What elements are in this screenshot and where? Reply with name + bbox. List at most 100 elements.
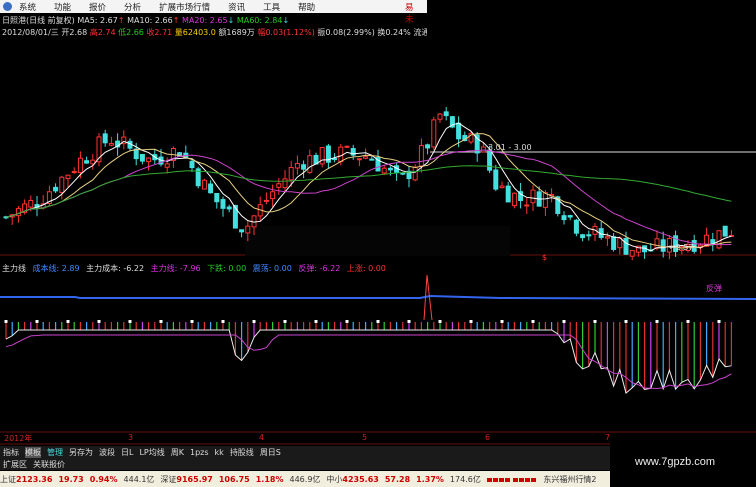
candle-body — [239, 229, 245, 233]
signal-dot — [283, 320, 287, 323]
signal-dot — [624, 320, 628, 323]
candle-body — [139, 153, 145, 162]
axis-label: 5 — [362, 433, 368, 442]
candle-body — [400, 172, 406, 175]
tab-related-quotes[interactable]: 关联报价 — [33, 459, 65, 470]
signal-dot — [252, 320, 256, 323]
signal-dot — [159, 320, 163, 323]
tab-holding-line[interactable]: 持股线 — [230, 447, 254, 458]
candle-body — [338, 146, 344, 163]
ma60-line — [5, 165, 732, 218]
extension-bar: 扩展区 关联报价 — [0, 458, 620, 470]
signal-dot — [407, 320, 411, 323]
candle-body — [499, 185, 505, 189]
candle-body — [629, 250, 635, 257]
tab-extension-area[interactable]: 扩展区 — [3, 459, 27, 470]
axis-label: 3 — [128, 433, 134, 442]
signal-dot — [66, 320, 70, 323]
candle-body — [722, 225, 728, 237]
signal-dot — [593, 320, 597, 323]
kline-chart[interactable]: $ — [0, 0, 756, 487]
watermark-text: www.7gpzb.com — [635, 456, 716, 468]
candle-body — [201, 179, 207, 190]
candle-body — [505, 185, 511, 203]
range-annotation: 3.01 - 3.00 — [488, 143, 532, 152]
axis-label: 4 — [259, 433, 265, 442]
cost-line-value: 成本线: 2.89 — [32, 264, 80, 273]
tab-weekly-k[interactable]: 周K — [171, 447, 184, 458]
candle-body — [573, 219, 579, 234]
candle-body — [487, 149, 493, 171]
broker-server[interactable]: 东兴福州行情2 — [543, 474, 596, 485]
rebound-value: 反弹: -6.22 — [298, 264, 341, 273]
tab-1pzs[interactable]: 1pzs — [190, 448, 209, 457]
tab-save-as[interactable]: 另存为 — [69, 447, 93, 458]
candle-body — [623, 237, 629, 255]
signal-dot — [655, 320, 659, 323]
zx-change: 57.28 — [384, 474, 411, 484]
candle-body — [493, 169, 499, 190]
candle-body — [301, 164, 307, 170]
sz-change: 106.75 — [218, 474, 250, 484]
signal-dot — [686, 320, 690, 323]
candle-body — [232, 204, 238, 229]
sz-label: 深证 — [160, 474, 177, 484]
indicator-toolbar: 指标 模板 管理 另存为 波段 日L LP均线 周K 1pzs kk 持股线 周… — [0, 446, 620, 458]
cover-box — [245, 226, 510, 256]
cover-box — [427, 0, 756, 93]
candle-body — [418, 145, 424, 167]
zx-pct: 1.37% — [416, 474, 444, 484]
candle-body — [431, 119, 437, 148]
signal-dot — [376, 320, 380, 323]
candle-body — [524, 204, 530, 207]
candle-body — [282, 178, 288, 189]
candle-body — [580, 234, 586, 239]
candle-body — [561, 215, 567, 221]
signal-dot — [717, 320, 721, 323]
indicator-name[interactable]: 主力线 — [2, 264, 26, 273]
signal-dot — [314, 320, 318, 323]
candle-body — [65, 174, 71, 180]
candle-body — [611, 236, 617, 250]
candle-body — [369, 158, 375, 161]
candle-body — [288, 166, 294, 181]
candle-body — [660, 239, 666, 252]
indicator-legend: 主力线 成本线: 2.89 主力成本: -6.22 主力线: -7.96 下跌:… — [2, 263, 390, 274]
zx-amount: 174.6亿 — [449, 474, 481, 484]
sh-label: 上证 — [0, 474, 16, 484]
tab-indicator[interactable]: 指标 — [3, 447, 19, 458]
candle-body — [363, 156, 369, 159]
zx-label: 中小 — [326, 474, 343, 484]
candle-body — [586, 234, 592, 237]
candle-body — [443, 111, 449, 117]
candle-body — [189, 160, 195, 169]
candle-body — [654, 238, 660, 249]
spike-line — [423, 274, 433, 321]
tab-weekly-s[interactable]: 周日S — [260, 447, 281, 458]
candle-body — [245, 225, 251, 234]
tab-manage[interactable]: 管理 — [47, 447, 63, 458]
candle-body — [53, 186, 59, 192]
candle-body — [208, 183, 214, 194]
tab-kk[interactable]: kk — [215, 448, 224, 457]
tab-daily-l[interactable]: 日L — [121, 447, 133, 458]
candle-body — [226, 206, 232, 210]
tab-lp-ma[interactable]: LP均线 — [139, 447, 164, 458]
tab-template[interactable]: 模板 — [25, 446, 41, 458]
candle-body — [133, 148, 139, 160]
sz-amount: 446.9亿 — [289, 474, 321, 484]
candle-body — [716, 230, 722, 249]
candle-body — [412, 166, 418, 181]
candle-body — [28, 199, 34, 208]
signal-dot — [438, 320, 442, 323]
zx-index: 4235.63 — [342, 474, 379, 484]
candle-body — [530, 189, 536, 204]
candle-body — [356, 158, 362, 161]
signal-dot — [190, 320, 194, 323]
sh-change: 19.73 — [58, 474, 84, 484]
sz-pct: 1.18% — [255, 474, 284, 484]
up-value: 上涨: 0.00 — [346, 264, 386, 273]
candle-body — [276, 183, 282, 188]
candle-body — [604, 236, 610, 239]
tab-band[interactable]: 波段 — [99, 447, 115, 458]
